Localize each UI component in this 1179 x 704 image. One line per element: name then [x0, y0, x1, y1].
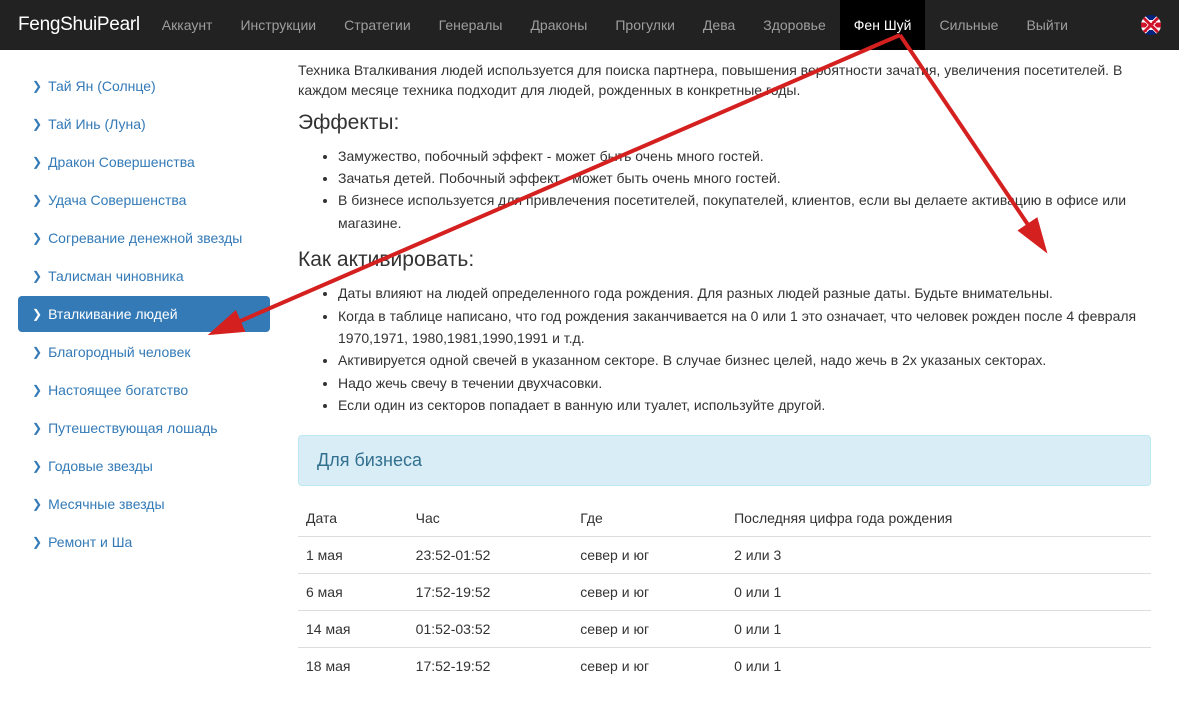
list-item: Если один из секторов попадает в ванную …	[338, 394, 1151, 416]
table-cell: 2 или 3	[726, 536, 1151, 573]
list-item: Замужество, побочный эффект - может быть…	[338, 145, 1151, 167]
nav-item-3[interactable]: Генералы	[425, 0, 517, 50]
chevron-right-icon: ❯	[32, 421, 42, 435]
sidebar-item-label: Настоящее богатство	[48, 382, 188, 398]
chevron-right-icon: ❯	[32, 307, 42, 321]
sidebar-item-6[interactable]: ❯ Вталкивание людей	[18, 296, 270, 332]
sidebar-item-12[interactable]: ❯ Ремонт и Ша	[18, 524, 270, 560]
chevron-right-icon: ❯	[32, 231, 42, 245]
table-cell: север и юг	[572, 573, 726, 610]
sidebar-item-5[interactable]: ❯ Талисман чиновника	[18, 258, 270, 294]
sidebar-item-7[interactable]: ❯ Благородный человек	[18, 334, 270, 370]
list-item: Когда в таблице написано, что год рожден…	[338, 305, 1151, 350]
chevron-right-icon: ❯	[32, 117, 42, 131]
table-cell: 14 мая	[298, 610, 408, 647]
nav-item-5[interactable]: Прогулки	[601, 0, 689, 50]
sidebar-item-label: Тай Ян (Солнце)	[48, 78, 156, 94]
nav-menu: АккаунтИнструкцииСтратегииГенералыДракон…	[148, 0, 1135, 50]
chevron-right-icon: ❯	[32, 79, 42, 93]
intro-text: Техника Вталкивания людей используется д…	[298, 60, 1151, 101]
table-header: Час	[408, 500, 573, 537]
table-row: 14 мая01:52-03:52север и юг0 или 1	[298, 610, 1151, 647]
activate-heading: Как активировать:	[298, 248, 1151, 272]
sidebar-item-11[interactable]: ❯ Месячные звезды	[18, 486, 270, 522]
nav-item-2[interactable]: Стратегии	[330, 0, 425, 50]
chevron-right-icon: ❯	[32, 497, 42, 511]
table-cell: север и юг	[572, 536, 726, 573]
table-header: Дата	[298, 500, 408, 537]
sidebar-item-label: Дракон Совершенства	[48, 154, 195, 170]
table-cell: 18 мая	[298, 647, 408, 684]
sidebar-item-label: Согревание денежной звезды	[48, 230, 242, 246]
table-cell: 01:52-03:52	[408, 610, 573, 647]
sidebar-item-label: Талисман чиновника	[48, 268, 184, 284]
nav-item-10[interactable]: Выйти	[1012, 0, 1081, 50]
list-item: Зачатья детей. Побочный эффект - может б…	[338, 167, 1151, 189]
table-cell: 17:52-19:52	[408, 573, 573, 610]
sidebar-item-4[interactable]: ❯ Согревание денежной звезды	[18, 220, 270, 256]
list-item: В бизнесе используется для привлечения п…	[338, 189, 1151, 234]
chevron-right-icon: ❯	[32, 459, 42, 473]
brand-logo[interactable]: FengShuiPearl	[18, 14, 140, 36]
sidebar-item-2[interactable]: ❯ Дракон Совершенства	[18, 144, 270, 180]
table-cell: 1 мая	[298, 536, 408, 573]
sidebar-item-0[interactable]: ❯ Тай Ян (Солнце)	[18, 68, 270, 104]
chevron-right-icon: ❯	[32, 269, 42, 283]
list-item: Активируется одной свечей в указанном се…	[338, 349, 1151, 371]
sidebar-item-label: Месячные звезды	[48, 496, 164, 512]
effects-heading: Эффекты:	[298, 111, 1151, 135]
list-item: Надо жечь свечу в течении двухчасовки.	[338, 372, 1151, 394]
table-cell: 0 или 1	[726, 573, 1151, 610]
sidebar-item-1[interactable]: ❯ Тай Инь (Луна)	[18, 106, 270, 142]
chevron-right-icon: ❯	[32, 155, 42, 169]
table-cell: 6 мая	[298, 573, 408, 610]
table-cell: север и юг	[572, 610, 726, 647]
nav-item-9[interactable]: Сильные	[925, 0, 1012, 50]
table-cell: 0 или 1	[726, 647, 1151, 684]
nav-item-8[interactable]: Фен Шуй	[840, 0, 926, 50]
sidebar-item-3[interactable]: ❯ Удача Совершенства	[18, 182, 270, 218]
main-content: Техника Вталкивания людей используется д…	[288, 50, 1179, 704]
table-cell: 17:52-19:52	[408, 647, 573, 684]
activate-list: Даты влияют на людей определенного года …	[298, 282, 1151, 416]
table-cell: 23:52-01:52	[408, 536, 573, 573]
chevron-right-icon: ❯	[32, 193, 42, 207]
table-header: Последняя цифра года рождения	[726, 500, 1151, 537]
sidebar-item-label: Благородный человек	[48, 344, 190, 360]
top-navbar: FengShuiPearl АккаунтИнструкцииСтратегии…	[0, 0, 1179, 50]
table-row: 1 мая23:52-01:52север и юг2 или 3	[298, 536, 1151, 573]
list-item: Даты влияют на людей определенного года …	[338, 282, 1151, 304]
sidebar-item-10[interactable]: ❯ Годовые звезды	[18, 448, 270, 484]
table-header: Где	[572, 500, 726, 537]
business-alert: Для бизнеса	[298, 435, 1151, 486]
nav-item-6[interactable]: Дева	[689, 0, 749, 50]
nav-item-4[interactable]: Драконы	[516, 0, 601, 50]
nav-item-7[interactable]: Здоровье	[749, 0, 840, 50]
chevron-right-icon: ❯	[32, 383, 42, 397]
sidebar-item-label: Тай Инь (Луна)	[48, 116, 146, 132]
sidebar-item-label: Годовые звезды	[48, 458, 153, 474]
sidebar-item-label: Удача Совершенства	[48, 192, 186, 208]
table-row: 18 мая17:52-19:52север и юг0 или 1	[298, 647, 1151, 684]
nav-item-0[interactable]: Аккаунт	[148, 0, 227, 50]
nav-item-1[interactable]: Инструкции	[226, 0, 330, 50]
chevron-right-icon: ❯	[32, 345, 42, 359]
sidebar-item-label: Ремонт и Ша	[48, 534, 132, 550]
language-flag-icon[interactable]	[1141, 15, 1161, 35]
sidebar-item-label: Путешествующая лошадь	[48, 420, 218, 436]
chevron-right-icon: ❯	[32, 535, 42, 549]
sidebar-item-8[interactable]: ❯ Настоящее богатство	[18, 372, 270, 408]
table-cell: север и юг	[572, 647, 726, 684]
table-row: 6 мая17:52-19:52север и юг0 или 1	[298, 573, 1151, 610]
dates-table: ДатаЧасГдеПоследняя цифра года рождения …	[298, 500, 1151, 684]
table-cell: 0 или 1	[726, 610, 1151, 647]
sidebar-item-9[interactable]: ❯ Путешествующая лошадь	[18, 410, 270, 446]
sidebar-item-label: Вталкивание людей	[48, 306, 177, 322]
effects-list: Замужество, побочный эффект - может быть…	[298, 145, 1151, 235]
sidebar: ❯ Тай Ян (Солнце) ❯ Тай Инь (Луна) ❯ Дракон С…	[0, 50, 288, 704]
